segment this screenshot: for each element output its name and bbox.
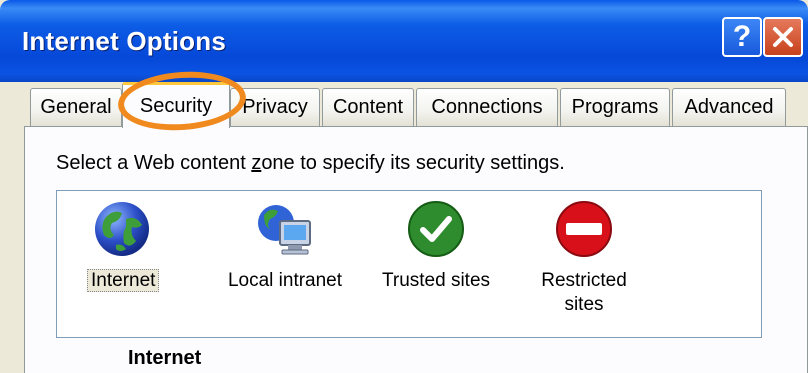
zone-local-intranet[interactable]: Local intranet: [215, 199, 355, 293]
tab-general[interactable]: General: [30, 88, 122, 126]
tab-programs[interactable]: Programs: [560, 88, 670, 126]
selected-zone-title: Internet: [128, 347, 202, 369]
zone-prompt-suffix: one to specify its security settings.: [261, 152, 565, 174]
zone-restricted-sites[interactable]: Restricted sites: [529, 199, 639, 317]
tab-programs-label: Programs: [571, 96, 659, 118]
intranet-icon: [258, 205, 311, 255]
zone-local-intranet-label: Local intranet: [227, 270, 343, 291]
internet-options-window: Internet Options ? General Security Priv…: [0, 0, 808, 373]
zone-prompt: Select a Web content zone to specify its…: [56, 152, 565, 175]
tab-privacy-label: Privacy: [242, 96, 308, 118]
tab-connections-label: Connections: [431, 96, 543, 118]
tab-content[interactable]: Content: [322, 88, 414, 126]
trusted-check-icon: [408, 201, 464, 257]
title-bar[interactable]: Internet Options ?: [0, 0, 808, 82]
zone-trusted-sites[interactable]: Trusted sites: [371, 199, 501, 293]
tab-advanced-label: Advanced: [684, 96, 774, 118]
window-title: Internet Options: [22, 26, 226, 56]
zone-internet-label: Internet: [87, 269, 160, 292]
zone-prompt-accelerator: z: [251, 152, 262, 174]
zone-prompt-prefix: Select a Web content: [56, 152, 252, 174]
zone-internet[interactable]: Internet: [87, 199, 160, 293]
zone-trusted-sites-label: Trusted sites: [381, 270, 491, 291]
zone-restricted-sites-label-line2: sites: [564, 294, 604, 315]
restricted-icon: [556, 201, 612, 257]
zone-list: Internet Local intranet Trusted sites Re…: [56, 190, 762, 338]
help-label: ?: [732, 20, 752, 53]
tab-advanced[interactable]: Advanced: [672, 88, 786, 126]
close-button[interactable]: [763, 17, 803, 57]
tab-connections[interactable]: Connections: [416, 88, 558, 126]
close-icon: [773, 27, 793, 47]
tab-general-label: General: [40, 96, 112, 118]
tab-content-label: Content: [332, 96, 404, 118]
help-button[interactable]: ?: [722, 17, 762, 57]
zone-restricted-sites-label-line1: Restricted: [541, 270, 627, 291]
globe-icon: [95, 202, 149, 256]
